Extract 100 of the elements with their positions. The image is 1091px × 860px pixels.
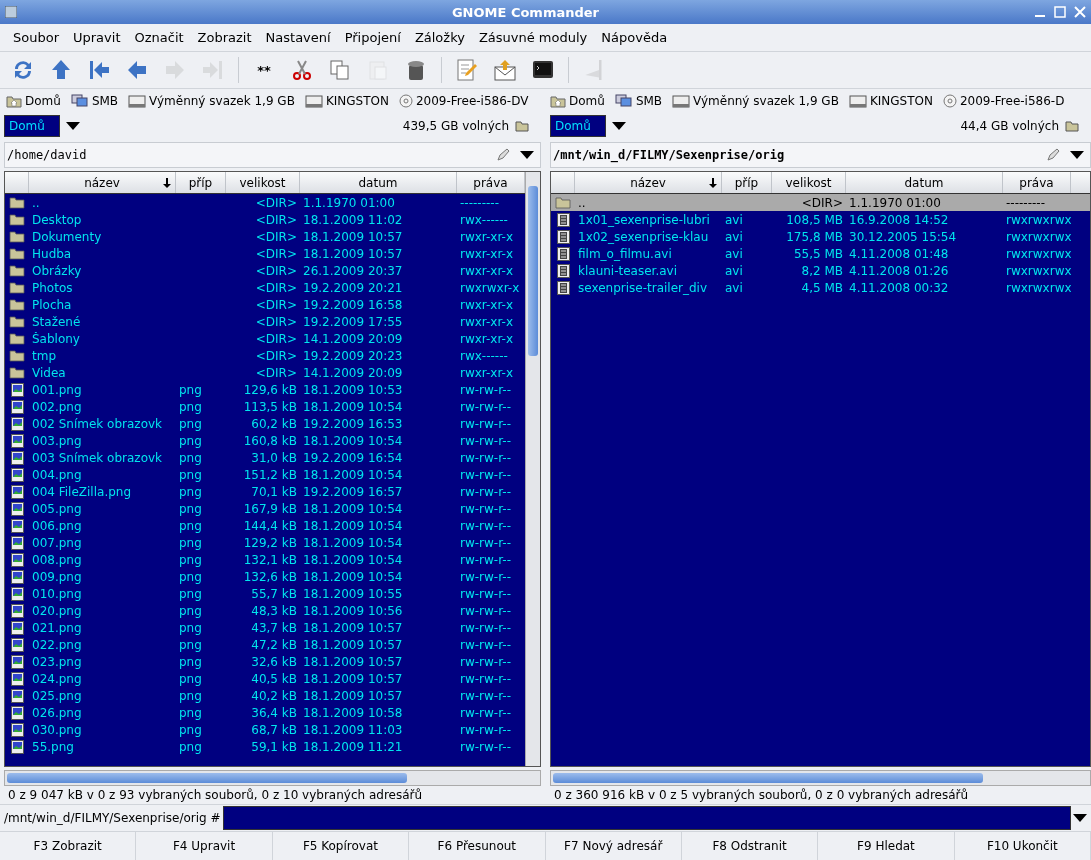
function-key-button[interactable]: F6 Přesunout [409,832,546,860]
file-row[interactable]: 004 FileZilla.png png 70,1 kB 19.2.2009 16:57 rw-rw-r-- [5,483,525,500]
column-header[interactable]: příp [722,172,772,193]
menu-item[interactable]: Záložky [407,28,472,47]
file-row[interactable]: 010.png png 55,7 kB 18.1.2009 10:55 rw-rw-r-- [5,585,525,602]
device-dropdown[interactable]: Domů [4,115,60,137]
device-button[interactable]: 2009-Free-i586-DV [398,94,529,108]
function-key-button[interactable]: F10 Ukončit [954,832,1091,860]
file-row[interactable]: 003.png png 160,8 kB 18.1.2009 10:54 rw-rw-r-- [5,432,525,449]
file-row[interactable]: 002.png png 113,5 kB 18.1.2009 10:54 rw-rw-r-- [5,398,525,415]
device-dropdown[interactable]: Domů [550,115,606,137]
file-row[interactable]: 024.png png 40,5 kB 18.1.2009 10:57 rw-rw-r-- [5,670,525,687]
file-row[interactable]: 003 Snímek obrazovk png 31,0 kB 19.2.2009 16:54 rw-rw-r-- [5,449,525,466]
path-field[interactable]: /mnt/win_d/FILMY/Sexenprise/orig [550,142,1091,168]
path-field[interactable]: /home/david [4,142,541,168]
file-row[interactable]: 1x01_sexenprise-lubri avi 108,5 MB 16.9.2008 14:52 rwxrwxrwx [551,211,1090,228]
file-row[interactable]: 030.png png 68,7 kB 18.1.2009 11:03 rw-rw-r-- [5,721,525,738]
file-row[interactable]: 1x02_sexenprise-klau avi 175,8 MB 30.12.2005 15:54 rwxrwxrwx [551,228,1090,245]
dropdown-caret-icon[interactable] [520,151,534,159]
file-row[interactable]: 001.png png 129,6 kB 18.1.2009 10:53 rw-rw-r-- [5,381,525,398]
file-row[interactable]: 023.png png 32,6 kB 18.1.2009 10:57 rw-rw-r-- [5,653,525,670]
dropdown-caret-icon[interactable] [1070,151,1084,159]
column-header[interactable]: datum [300,172,457,193]
image-file-icon [10,688,24,703]
file-row[interactable]: Obrázky <DIR> 26.1.2009 20:37 rwxr-xr-x [5,262,525,279]
device-button[interactable]: KINGSTON [848,94,933,108]
menu-item[interactable]: Upravit [66,28,128,47]
function-key-button[interactable]: F5 Kopírovat [272,832,410,860]
close-icon[interactable] [1073,5,1087,19]
function-key-button[interactable]: F8 Odstranit [681,832,819,860]
file-row[interactable]: Stažené <DIR> 19.2.2009 17:55 rwxr-xr-x [5,313,525,330]
pencil-icon[interactable] [496,148,510,162]
horizontal-scrollbar[interactable] [550,770,1091,786]
horizontal-scrollbar[interactable] [4,770,541,786]
file-row[interactable]: Desktop <DIR> 18.1.2009 11:02 rwx------ [5,211,525,228]
function-key-button[interactable]: F4 Upravit [136,832,273,860]
menu-item[interactable]: Nápověda [594,28,675,47]
menu-item[interactable]: Zásuvné moduly [471,28,595,47]
device-button[interactable]: Domů [6,94,61,108]
column-header[interactable]: název [29,172,176,193]
file-row[interactable]: klauni-teaser.avi avi 8,2 MB 4.11.2008 01:26 rwxrwxrwx [551,262,1090,279]
file-row[interactable]: Photos <DIR> 19.2.2009 20:21 rwxrwxr-x [5,279,525,296]
file-row[interactable]: Šablony <DIR> 14.1.2009 20:09 rwxr-xr-x [5,330,525,347]
menu-item[interactable]: Označit [127,28,191,47]
command-input[interactable] [222,806,1071,830]
column-header[interactable]: velikost [772,172,846,193]
menu-item[interactable]: Zobrazit [190,28,259,47]
function-key-button[interactable]: F7 Nový adresář [545,832,682,860]
file-row[interactable]: 022.png png 47,2 kB 18.1.2009 10:57 rw-rw-r-- [5,636,525,653]
file-row[interactable]: 55.png png 59,1 kB 18.1.2009 11:21 rw-rw-r-- [5,738,525,755]
file-size: 47,2 kB [250,637,298,652]
pencil-icon[interactable] [1046,148,1060,162]
file-row[interactable]: Videa <DIR> 14.1.2009 20:09 rwxr-xr-x [5,364,525,381]
file-row[interactable]: 006.png png 144,4 kB 18.1.2009 10:54 rw-rw-r-- [5,517,525,534]
function-key-button[interactable]: F9 Hledat [818,832,955,860]
menu-item[interactable]: Soubor [6,28,66,47]
maximize-icon[interactable] [1053,5,1067,19]
file-row[interactable]: 021.png png 43,7 kB 18.1.2009 10:57 rw-rw-r-- [5,619,525,636]
file-row[interactable]: Dokumenty <DIR> 18.1.2009 10:57 rwxr-xr-x [5,228,525,245]
device-button[interactable]: Výměnný svazek 1,9 GB [128,94,295,108]
file-row[interactable]: Hudba <DIR> 18.1.2009 10:57 rwxr-xr-x [5,245,525,262]
file-row[interactable]: 009.png png 132,6 kB 18.1.2009 10:54 rw-rw-r-- [5,568,525,585]
folder-icon[interactable] [1065,120,1079,132]
column-header[interactable]: datum [846,172,1003,193]
device-button[interactable]: Výměnný svazek 1,9 GB [672,94,839,108]
folder-icon [9,264,25,277]
file-row[interactable]: 002 Snímek obrazovk png 60,2 kB 19.2.2009 16:53 rw-rw-r-- [5,415,525,432]
device-button[interactable]: Domů [550,94,605,108]
menu-item[interactable]: Nastavení [258,28,338,47]
dropdown-caret-icon[interactable] [1073,814,1087,822]
file-row[interactable]: 008.png png 132,1 kB 18.1.2009 10:54 rw-rw-r-- [5,551,525,568]
file-row[interactable]: 004.png png 151,2 kB 18.1.2009 10:54 rw-rw-r-- [5,466,525,483]
file-row[interactable]: 005.png png 167,9 kB 18.1.2009 10:54 rw-rw-r-- [5,500,525,517]
column-header[interactable]: velikost [226,172,300,193]
file-row[interactable]: 007.png png 129,2 kB 18.1.2009 10:54 rw-rw-r-- [5,534,525,551]
column-header[interactable]: práva [1003,172,1071,193]
dropdown-caret-icon[interactable] [612,122,626,130]
vertical-scrollbar[interactable] [525,172,540,766]
column-header[interactable]: název [575,172,722,193]
device-button[interactable]: SMB [614,94,663,108]
app-icon[interactable] [4,5,18,19]
device-button[interactable]: 2009-Free-i586-D [942,94,1065,108]
file-row[interactable]: 026.png png 36,4 kB 18.1.2009 10:58 rw-rw-r-- [5,704,525,721]
file-row[interactable]: sexenprise-trailer_div avi 4,5 MB 4.11.2008 00:32 rwxrwxrwx [551,279,1090,296]
file-row[interactable]: 020.png png 48,3 kB 18.1.2009 10:56 rw-rw-r-- [5,602,525,619]
file-row[interactable]: tmp <DIR> 19.2.2009 20:23 rwx------ [5,347,525,364]
file-row[interactable]: .. <DIR> 1.1.1970 01:00 --------- [551,194,1090,211]
folder-icon[interactable] [515,120,529,132]
file-row[interactable]: Plocha <DIR> 19.2.2009 16:58 rwxr-xr-x [5,296,525,313]
file-row[interactable]: film_o_filmu.avi avi 55,5 MB 4.11.2008 01:48 rwxrwxrwx [551,245,1090,262]
file-row[interactable]: 025.png png 40,2 kB 18.1.2009 10:57 rw-rw-r-- [5,687,525,704]
toolbar-button[interactable]: ** [247,54,281,86]
menu-item[interactable]: Připojení [337,28,408,47]
device-button[interactable]: KINGSTON [304,94,389,108]
function-key-button[interactable]: F3 Zobrazit [0,832,137,860]
column-header[interactable]: příp [176,172,226,193]
device-button[interactable]: SMB [70,94,119,108]
dropdown-caret-icon[interactable] [66,122,80,130]
file-row[interactable]: .. <DIR> 1.1.1970 01:00 --------- [5,194,525,211]
folder-icon [9,315,25,328]
